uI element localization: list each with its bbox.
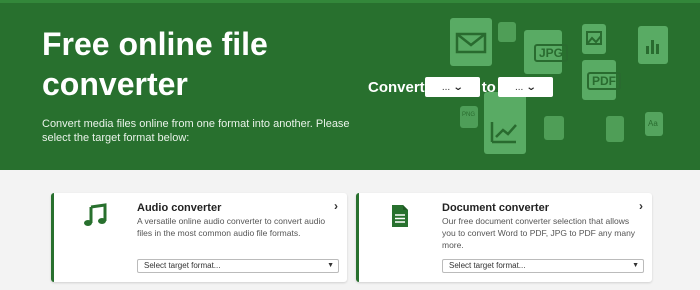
audio-converter-card[interactable]: Audio converter A versatile online audio… [51,193,347,282]
hero-banner: Free online file converter Convert media… [0,0,700,170]
jpg-label: JPG [534,44,569,62]
card-description: A versatile online audio converter to co… [137,216,326,238]
select-placeholder: Select target format... [144,261,221,270]
hero-top-strip [0,0,700,3]
image-file-icon [582,24,606,54]
to-format-value: ... [514,81,524,93]
to-label: to [481,78,496,96]
png-file-icon: PNG [460,106,478,128]
card-title: Audio converter [137,202,222,214]
from-format-select[interactable]: ... ⌄ [424,77,480,97]
jpg-file-icon: JPG [524,30,569,74]
convert-label: Convert [368,78,425,96]
document-icon [392,205,408,227]
png-label: PNG [462,112,476,118]
target-format-select[interactable]: Select target format... ▼ [137,259,339,273]
from-format-value: ... [441,81,451,93]
card-description: Our free document converter selection th… [442,216,636,250]
pdf-file-icon: PDF [582,60,621,100]
chart-file-icon [638,26,668,64]
card-title: Document converter [442,202,549,214]
chevron-down-icon: ⌄ [526,81,537,93]
envelope-file-icon [450,18,492,66]
chevron-right-icon[interactable]: › [334,199,338,213]
dropdown-triangle-icon: ▼ [327,262,334,269]
dropdown-triangle-icon: ▼ [632,262,639,269]
document-converter-card[interactable]: Document converter Our free document con… [356,193,652,282]
aa-file-icon: Aa [645,112,663,136]
chevron-down-icon: ⌄ [452,81,464,93]
small-file-icon [498,22,516,42]
page-title: Free online file converter [42,26,268,102]
convert-selector-row: Convert ... ⌄ to ... ⌄ [368,76,553,98]
small-file-icon-3 [606,116,624,142]
graph-file-icon [484,92,526,154]
aa-label: Aa [648,119,658,128]
chevron-right-icon[interactable]: › [639,199,643,213]
target-format-select[interactable]: Select target format... ▼ [442,259,644,273]
select-placeholder: Select target format... [449,261,526,270]
hero-subtitle: Convert media files online from one form… [42,118,350,144]
pdf-label: PDF [587,72,621,90]
to-format-select[interactable]: ... ⌄ [497,77,553,97]
music-note-icon [84,203,107,226]
small-file-icon-2 [544,116,564,140]
